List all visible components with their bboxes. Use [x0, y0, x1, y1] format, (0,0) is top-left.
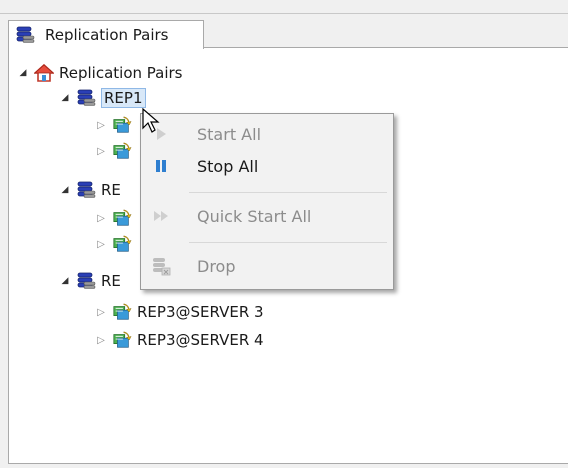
database-stack-icon	[77, 272, 96, 289]
tree-node-rep3-server3[interactable]: ▷ REP3@SERVER 3	[95, 301, 264, 323]
tree-node-label-selected: REP1	[101, 88, 146, 108]
menu-item-label: Start All	[197, 124, 262, 144]
collapsed-arrow-icon[interactable]: ▷	[95, 307, 107, 318]
tree-node-rep3-server4[interactable]: ▷ REP3@SERVER 4	[95, 329, 264, 351]
expanded-arrow-icon[interactable]: ◢	[17, 68, 29, 78]
tree-node-root[interactable]: ◢ Replication Pairs	[17, 62, 183, 84]
mouse-cursor-icon	[142, 108, 160, 133]
tree-node-rep2-child-1[interactable]: ▷	[95, 207, 137, 229]
tree-node-rep1-child-1[interactable]: ▷	[95, 114, 137, 136]
menu-item-label: Drop	[197, 256, 236, 276]
tree-node-label: REP3@SERVER 3	[137, 303, 264, 321]
collapsed-arrow-icon[interactable]: ▷	[95, 213, 107, 224]
menu-item-label: Stop All	[197, 156, 259, 176]
tree-node-rep3[interactable]: ◢ RE	[59, 270, 121, 292]
server-pair-icon	[113, 303, 132, 320]
menu-item-drop[interactable]: Drop	[141, 246, 393, 286]
collapsed-arrow-icon[interactable]: ▷	[95, 239, 107, 250]
tree-node-rep2-child-2[interactable]: ▷	[95, 233, 137, 255]
menu-item-label: Quick Start All	[197, 206, 312, 226]
database-stack-icon	[77, 181, 96, 198]
tab-label: Replication Pairs	[45, 26, 169, 44]
expanded-arrow-icon[interactable]: ◢	[59, 276, 71, 286]
drop-database-icon	[141, 256, 181, 276]
database-stack-icon	[16, 26, 35, 43]
server-pair-icon	[113, 209, 132, 226]
tree-node-label: REP3@SERVER 4	[137, 331, 264, 349]
menu-separator	[189, 192, 387, 193]
server-pair-icon	[113, 235, 132, 252]
menu-item-quick-start-all[interactable]: Quick Start All	[141, 196, 393, 236]
menu-separator	[189, 242, 387, 243]
collapsed-arrow-icon[interactable]: ▷	[95, 120, 107, 131]
pause-icon	[141, 158, 181, 174]
tree-node-rep2[interactable]: ◢ RE	[59, 179, 121, 201]
window-top-edge	[0, 0, 568, 14]
tree-node-rep1[interactable]: ◢ REP1	[59, 87, 146, 109]
collapsed-arrow-icon[interactable]: ▷	[95, 335, 107, 346]
fast-forward-icon	[141, 208, 181, 224]
tree-node-label: Replication Pairs	[59, 64, 183, 82]
database-stack-icon	[77, 89, 96, 106]
expanded-arrow-icon[interactable]: ◢	[59, 185, 71, 195]
server-pair-icon	[113, 331, 132, 348]
tree-node-label: RE	[101, 272, 121, 290]
tree-node-label: RE	[101, 181, 121, 199]
expanded-arrow-icon[interactable]: ◢	[59, 93, 71, 103]
menu-item-stop-all[interactable]: Stop All	[141, 146, 393, 186]
tree-node-rep1-child-2[interactable]: ▷	[95, 140, 137, 162]
collapsed-arrow-icon[interactable]: ▷	[95, 146, 107, 157]
tab-replication-pairs[interactable]: Replication Pairs	[8, 20, 204, 49]
home-icon	[34, 63, 54, 82]
context-menu: Start All Stop All Quick Start All Drop	[140, 113, 394, 290]
server-pair-icon	[113, 142, 132, 159]
server-pair-icon	[113, 116, 132, 133]
